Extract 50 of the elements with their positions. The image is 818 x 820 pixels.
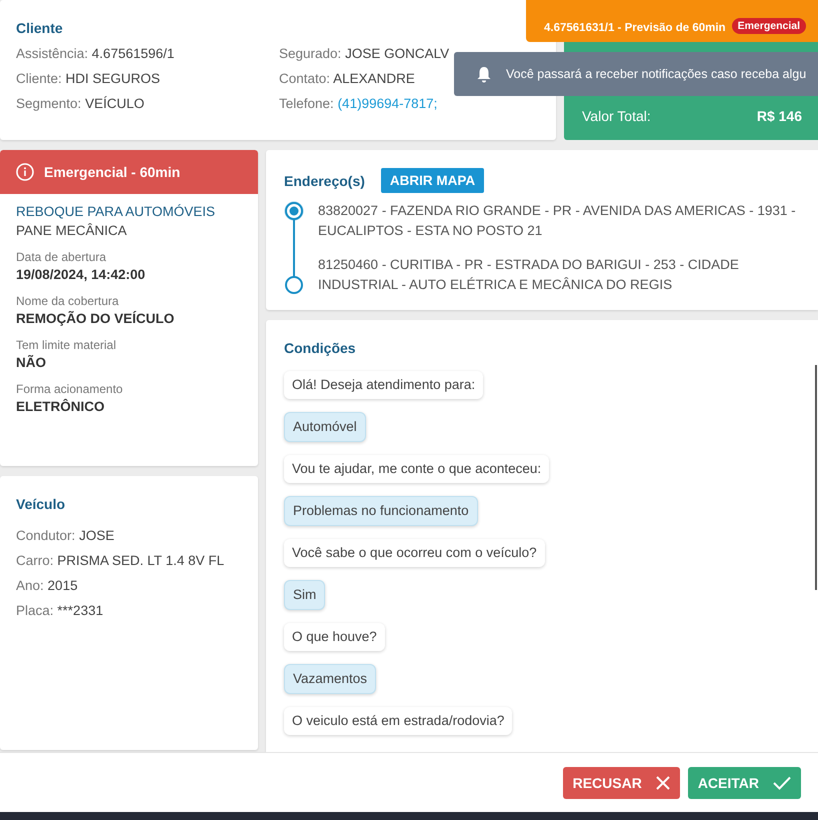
- question-bubble: Olá! Deseja atendimento para:: [284, 371, 484, 399]
- answer-bubble: Vazamentos: [284, 664, 376, 694]
- emergency-badge: Emergencial: [732, 18, 806, 34]
- detail-label: Nome da cobertura: [16, 294, 120, 308]
- detail-label: Tem limite material: [16, 338, 118, 352]
- vehicle-field: Placa: ***2331: [16, 603, 242, 618]
- conditions-title: Condições: [284, 340, 356, 356]
- vehicle-field: Carro: PRISMA SED. LT 1.4 8V FL: [16, 553, 242, 568]
- detail-value: ELETRÔNICO: [16, 399, 106, 414]
- client-field: Contato: ALEXANDRE: [279, 71, 415, 86]
- detail-label: Forma acionamento: [16, 382, 124, 396]
- detail-value: NÃO: [16, 355, 47, 370]
- detail-label: Data de abertura: [16, 250, 108, 264]
- question-bubble: O veiculo está em estrada/rodovia?: [284, 707, 512, 735]
- answer-bubble: Sim: [284, 580, 326, 610]
- timeline-line: [293, 219, 295, 279]
- service-type: REBOQUE PARA AUTOMÓVEIS: [16, 204, 216, 219]
- vehicle-field: Ano: 2015: [16, 578, 242, 593]
- vehicle-field: Condutor: JOSE: [16, 528, 242, 543]
- notification-text: Você passará a receber notificações caso receba algu: [506, 67, 806, 81]
- question-bubble: Você sabe o que ocorreu com o veículo?: [284, 539, 545, 567]
- total-label: Valor Total:: [582, 108, 651, 124]
- detail-value: REMOÇÃO DO VEÍCULO: [16, 311, 176, 326]
- address-text: 81250460 - CURITIBA - PR - ESTRADA DO BARIGUI - 253 - CIDADE INDUSTRIAL - AUTO ELÉTRICA E MECÂNICA DO REGIS: [318, 256, 740, 294]
- question-bubble: Vou te ajudar, me conte o que aconteceu:: [284, 455, 550, 483]
- client-field: Segmento: VEÍCULO: [16, 96, 144, 111]
- answer-bubble: Automóvel: [284, 412, 366, 442]
- reject-button[interactable]: RECUSAR: [562, 766, 680, 798]
- address-text: 83820027 - FAZENDA RIO GRANDE - PR - AVENIDA DAS AMERICAS - 1931 - EUCALIPTOS - ESTA NO POSTO 21: [318, 202, 797, 240]
- client-field: Segurado: JOSE GONCALV: [279, 46, 450, 61]
- scrollbar[interactable]: [815, 365, 817, 590]
- banner-text: Emergencial - 60min: [44, 164, 180, 180]
- bell-icon: [476, 66, 492, 82]
- client-field: Assistência: 4.67561596/1: [16, 46, 174, 61]
- open-map-button[interactable]: ABRIR MAPA: [380, 168, 484, 193]
- client-field: Cliente: HDI SEGUROS: [16, 71, 160, 86]
- client-title: Cliente: [16, 20, 64, 36]
- address-title: Endereço(s): [284, 172, 365, 188]
- info-icon: [16, 163, 34, 181]
- problem-type: PANE MECÂNICA: [16, 223, 128, 238]
- toast-text: 4.67561631/1 - Previsão de 60min: [544, 22, 726, 34]
- question-bubble: O que houve?: [284, 623, 385, 651]
- check-icon: [773, 776, 791, 790]
- vehicle-title: Veículo: [16, 496, 66, 512]
- close-icon: [656, 776, 670, 790]
- accept-button[interactable]: ACEITAR: [688, 766, 801, 798]
- answer-bubble: Problemas no funcionamento: [284, 496, 478, 526]
- detail-value: 19/08/2024, 14:42:00: [16, 267, 146, 282]
- total-value: R$ 146: [756, 108, 802, 124]
- client-field: Telefone: (41)99694-7817;: [279, 96, 438, 111]
